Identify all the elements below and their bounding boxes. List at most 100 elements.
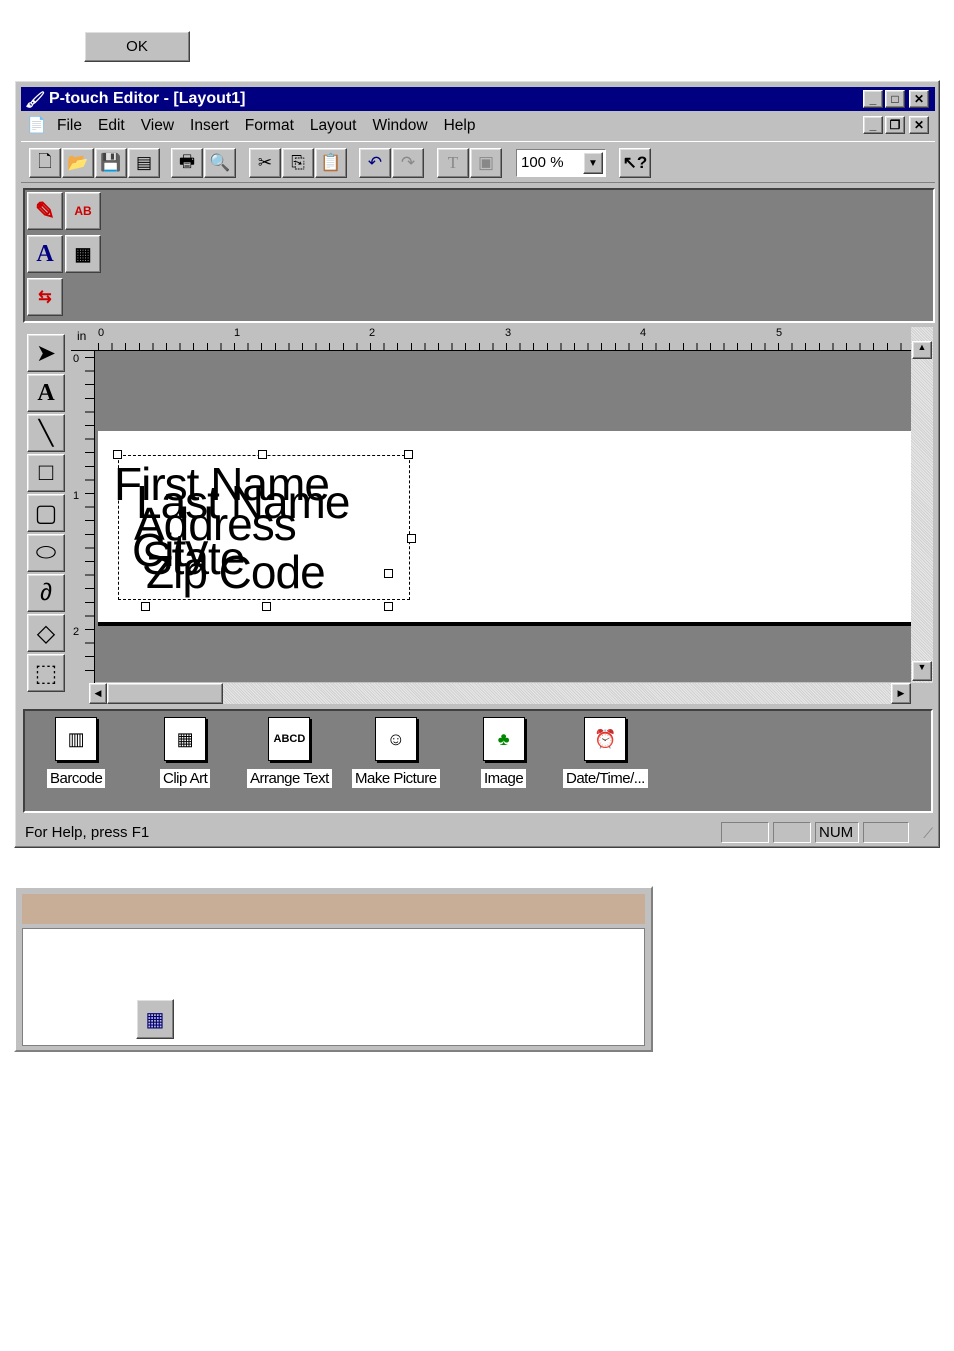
menu-file[interactable]: File <box>57 117 82 135</box>
vertical-text-icon[interactable]: AB <box>65 192 101 230</box>
doc-restore-button[interactable]: ❐ <box>885 116 905 134</box>
palette-label: Arrange Text <box>247 769 332 788</box>
frame-select-tool-icon[interactable]: ⬚ <box>27 654 65 692</box>
resize-handle[interactable] <box>113 450 122 459</box>
ruler-tick-label: 3 <box>505 327 512 339</box>
polygon-tool-icon[interactable]: ◇ <box>27 614 65 652</box>
palette-clip-art[interactable]: ▦ Clip Art <box>160 717 211 788</box>
ruler-tick-label: 4 <box>640 327 647 339</box>
clip-art-icon: ▦ <box>164 717 207 761</box>
label-canvas[interactable]: First Name Last Name Address City State … <box>98 431 911 626</box>
ok-button[interactable]: OK <box>84 31 190 62</box>
resize-handle[interactable] <box>384 569 393 578</box>
doc-close-button[interactable]: ✕ <box>909 116 929 134</box>
calendar-icon[interactable]: ▦ <box>65 235 101 273</box>
scroll-right-icon[interactable]: ▶ <box>891 683 911 704</box>
panel-box: ▦ <box>14 886 653 1052</box>
layout-icon[interactable]: ⇆ <box>27 278 63 316</box>
window-title: P-touch Editor - [Layout1] <box>49 90 246 107</box>
resize-handle[interactable] <box>384 602 393 611</box>
frame-icon[interactable]: ▣ <box>470 148 502 178</box>
print-icon[interactable]: 🖶 <box>171 148 203 178</box>
date-time-icon: ⏰ <box>584 717 627 761</box>
chevron-down-icon[interactable]: ▼ <box>583 152 603 174</box>
copy-icon[interactable]: ⎘ <box>282 148 314 178</box>
resize-handle[interactable] <box>141 602 150 611</box>
text-icon[interactable]: A <box>27 235 63 273</box>
scroll-down-icon[interactable]: ▼ <box>912 661 932 681</box>
menu-window[interactable]: Window <box>372 117 427 135</box>
tape-icon[interactable]: ✎ <box>27 192 63 230</box>
horizontal-ruler: in 0 1 2 3 4 5 <box>71 327 911 351</box>
toolbar: 🗋 📂 💾 ▤ 🖶 🔍 ✂ ⎘ 📋 ↶ ↷ T ▣ 100 % ▼ ↖? <box>21 141 935 183</box>
palette-make-picture[interactable]: ☺ Make Picture <box>352 717 440 788</box>
redo-icon[interactable]: ↷ <box>392 148 424 178</box>
field-zip-code[interactable]: Zip Code <box>146 545 326 599</box>
line-tool-icon[interactable]: ╲ <box>27 414 65 452</box>
panel-header <box>22 894 645 924</box>
menu-help[interactable]: Help <box>444 117 476 135</box>
drawing-toolbox: ➤ A ╲ □ ▢ ⬭ ∂ ◇ ⬚ <box>25 334 69 694</box>
resize-handle[interactable] <box>407 534 416 543</box>
palette-label: Make Picture <box>352 769 440 788</box>
palette-barcode[interactable]: ▥ Barcode <box>47 717 106 788</box>
open-icon[interactable]: 📂 <box>62 148 94 178</box>
resize-handle[interactable] <box>262 602 271 611</box>
document-icon: 📄 <box>27 117 47 134</box>
menu-format[interactable]: Format <box>245 117 294 135</box>
palette-image[interactable]: ♣ Image <box>481 717 527 788</box>
menu-layout[interactable]: Layout <box>310 117 357 135</box>
palette-arrange-text[interactable]: ABCD Arrange Text <box>247 717 332 788</box>
select-arrow-icon[interactable]: ➤ <box>27 334 65 372</box>
text-tool-icon[interactable]: A <box>27 374 65 412</box>
status-help-text: For Help, press F1 <box>25 823 150 841</box>
menu-insert[interactable]: Insert <box>190 117 229 135</box>
zoom-select[interactable]: 100 % ▼ <box>516 149 606 177</box>
resize-grip-icon[interactable]: ⟋ <box>923 825 933 842</box>
num-lock-indicator: NUM <box>815 822 859 843</box>
palette-label: Barcode <box>47 769 106 788</box>
zoom-value: 100 % <box>521 154 564 171</box>
rectangle-tool-icon[interactable]: □ <box>27 454 65 492</box>
scroll-thumb[interactable] <box>107 683 223 704</box>
vertical-scrollbar[interactable]: ▲ ▼ <box>911 327 933 683</box>
maximize-button[interactable]: □ <box>885 90 905 108</box>
scroll-up-icon[interactable]: ▲ <box>912 341 932 359</box>
object-palette: ▥ Barcode ▦ Clip Art ABCD Arrange Text ☺ Mak… <box>23 709 933 813</box>
save-icon[interactable]: 💾 <box>95 148 127 178</box>
palette-date-time[interactable]: ⏰ Date/Time/... <box>563 717 648 788</box>
palette-label: Image <box>481 769 527 788</box>
paste-icon[interactable]: 📋 <box>315 148 347 178</box>
menu-view[interactable]: View <box>141 117 174 135</box>
resize-handle[interactable] <box>258 450 267 459</box>
undo-icon[interactable]: ↶ <box>359 148 391 178</box>
ruler-tick-label: 5 <box>776 327 783 339</box>
arrange-text-icon: ABCD <box>268 717 311 761</box>
make-picture-icon: ☺ <box>374 717 417 761</box>
ellipse-tool-icon[interactable]: ⬭ <box>27 534 65 572</box>
print-setup-icon[interactable]: ▤ <box>128 148 160 178</box>
rounded-rectangle-tool-icon[interactable]: ▢ <box>27 494 65 532</box>
barcode-icon: ▥ <box>55 717 98 761</box>
freehand-tool-icon[interactable]: ∂ <box>27 574 65 612</box>
context-help-icon[interactable]: ↖? <box>619 148 651 178</box>
vertical-ruler: 0 1 2 <box>71 351 95 683</box>
cut-icon[interactable]: ✂ <box>249 148 281 178</box>
text-format-icon[interactable]: T <box>437 148 469 178</box>
ruler-tick-label: 1 <box>73 490 80 502</box>
close-button[interactable]: ✕ <box>909 90 929 108</box>
title-bar: 🖌 P-touch Editor - [Layout1] _ □ ✕ <box>21 87 935 111</box>
print-preview-icon[interactable]: 🔍 <box>204 148 236 178</box>
scroll-left-icon[interactable]: ◀ <box>89 683 107 704</box>
minimize-button[interactable]: _ <box>863 90 883 108</box>
status-pane <box>863 822 909 843</box>
app-window: 🖌 P-touch Editor - [Layout1] _ □ ✕ 📄 Fil… <box>14 80 940 848</box>
resize-handle[interactable] <box>404 450 413 459</box>
doc-minimize-button[interactable]: _ <box>863 116 883 134</box>
status-pane <box>773 822 811 843</box>
new-icon[interactable]: 🗋 <box>29 148 61 178</box>
edit-area: ➤ A ╲ □ ▢ ⬭ ∂ ◇ ⬚ in 0 1 2 3 4 5 0 1 2 F… <box>23 324 935 704</box>
menu-edit[interactable]: Edit <box>98 117 125 135</box>
ruler-tick-label: 2 <box>369 327 376 339</box>
horizontal-scrollbar[interactable]: ◀ ▶ <box>89 683 911 704</box>
